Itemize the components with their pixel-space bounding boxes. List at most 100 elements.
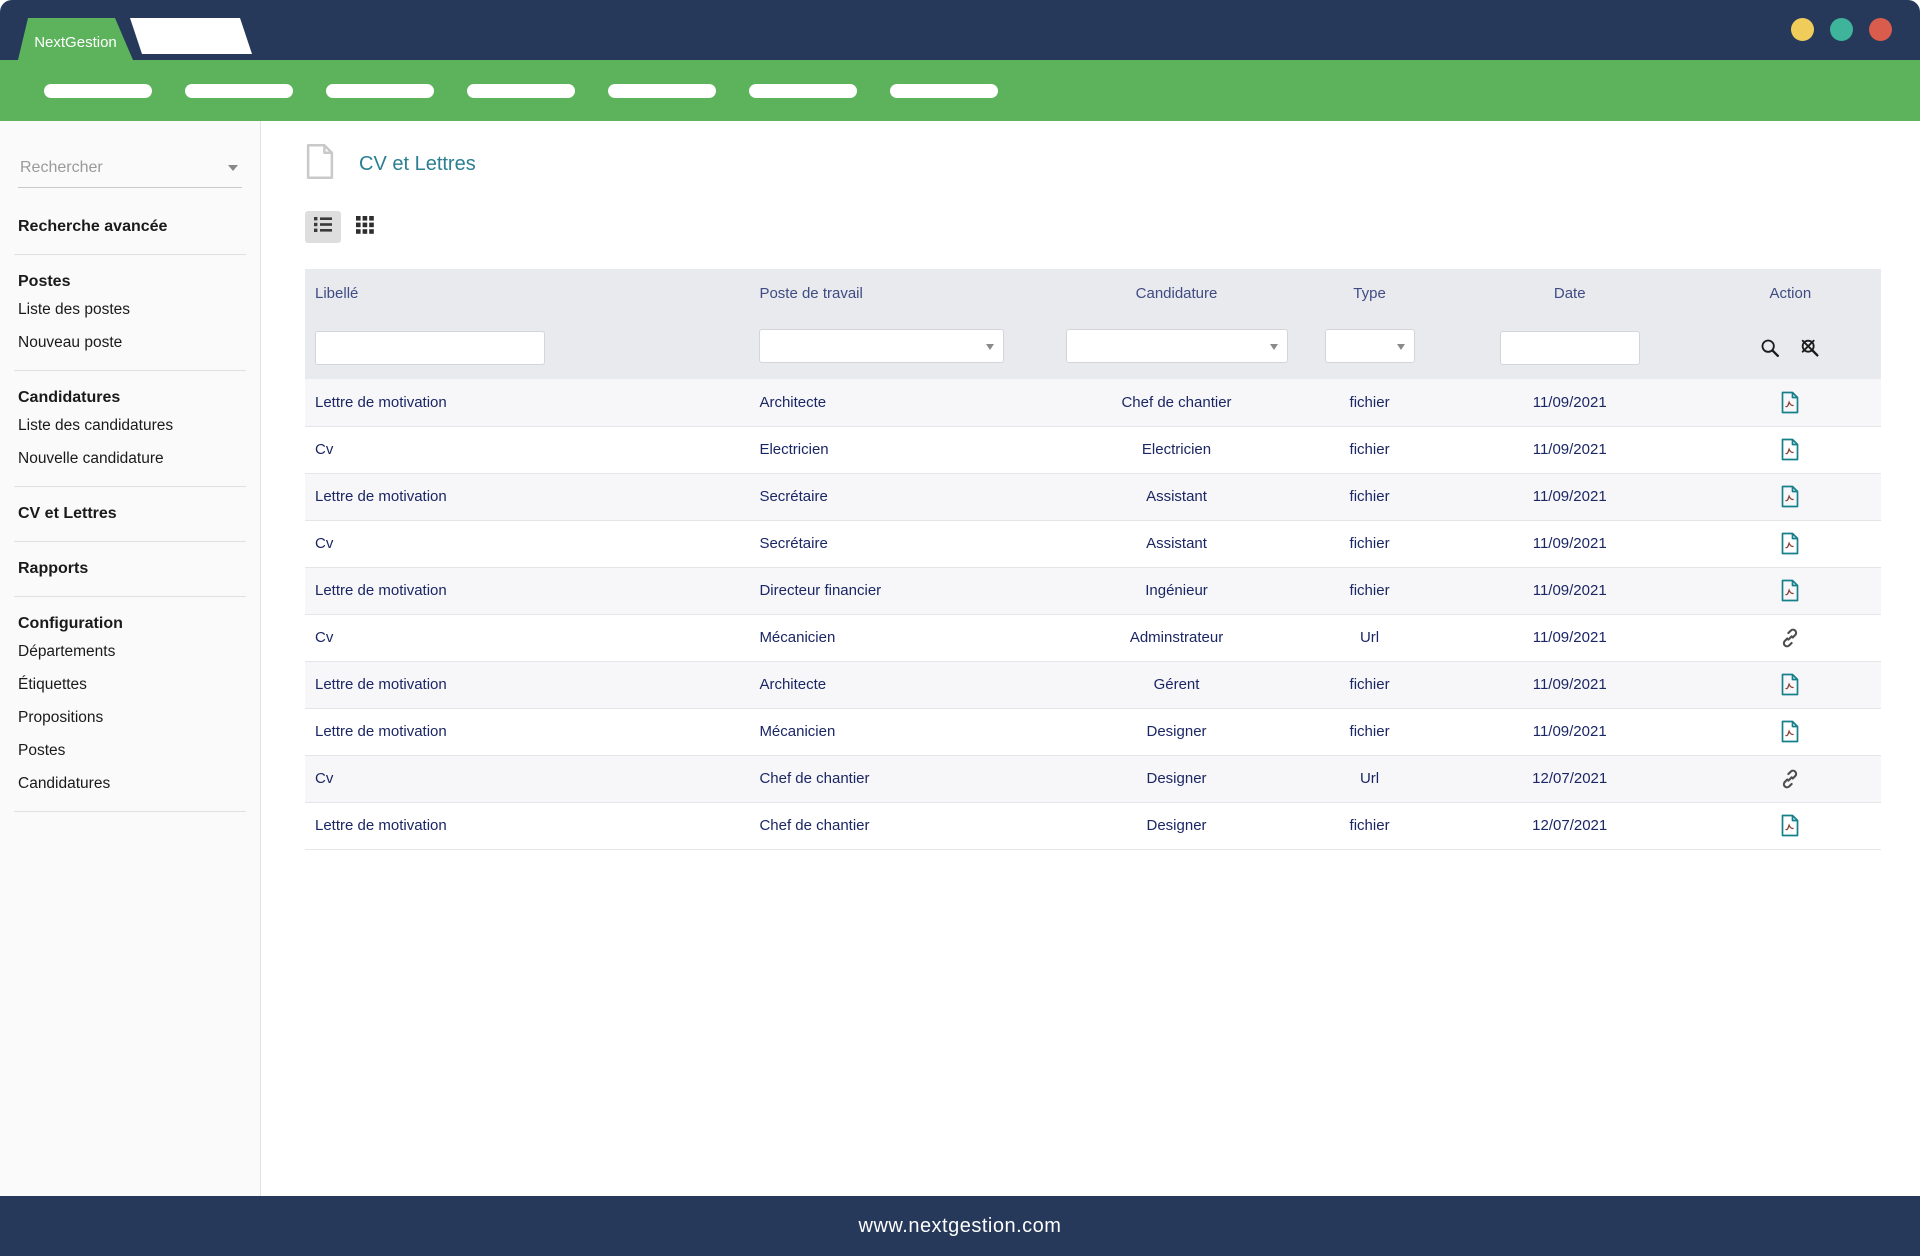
table-cell: Mécanicien <box>749 708 1054 756</box>
sidebar-divider <box>14 541 246 542</box>
sidebar-item-liste-des-candidatures[interactable]: Liste des candidatures <box>18 417 242 435</box>
table-row: Lettre de motivation Architecte Gérent fich… <box>305 661 1881 709</box>
table-cell: Cv <box>305 755 750 803</box>
chevron-down-icon <box>1269 343 1278 350</box>
document-icon <box>305 143 335 185</box>
pdf-file-icon[interactable] <box>1781 720 1799 743</box>
pdf-file-icon[interactable] <box>1781 579 1799 602</box>
restore-button[interactable] <box>1830 18 1853 41</box>
footer: www.nextgestion.com <box>0 1196 1920 1256</box>
filter-type-select[interactable] <box>1324 328 1415 363</box>
sidebar-item-postes[interactable]: Postes <box>18 742 242 760</box>
table-cell: fichier <box>1299 661 1440 709</box>
nav-pill[interactable] <box>44 83 152 98</box>
sidebar-item-candidatures[interactable]: Candidatures <box>18 775 242 793</box>
sidebar-divider <box>14 370 246 371</box>
link-icon[interactable] <box>1779 768 1801 790</box>
table-cell: Lettre de motivation <box>305 473 750 521</box>
table-cell-action <box>1699 614 1881 662</box>
title-bar: NextGestion <box>0 0 1920 60</box>
footer-url: www.nextgestion.com <box>858 1214 1062 1237</box>
documents-table: Libellé Poste de travail Candidature Typ… <box>305 269 1881 850</box>
nav-pill[interactable] <box>467 83 575 98</box>
sidebar-item-propositions[interactable]: Propositions <box>18 709 242 727</box>
sidebar-divider <box>14 254 246 255</box>
table-cell: Secrétaire <box>749 520 1054 568</box>
filter-libelle-input[interactable] <box>315 331 545 365</box>
table-cell: Designer <box>1053 802 1300 850</box>
sidebar-item-etiquettes[interactable]: Étiquettes <box>18 676 242 694</box>
sidebar-item-departements[interactable]: Départements <box>18 643 242 661</box>
table-cell: Lettre de motivation <box>305 802 750 850</box>
sidebar-section-configuration: Configuration <box>18 615 123 632</box>
search-icon[interactable] <box>1759 337 1781 359</box>
table-cell: Designer <box>1053 708 1300 756</box>
table-cell: 11/09/2021 <box>1439 473 1700 521</box>
column-header-date: Date <box>1553 284 1586 302</box>
sidebar-divider <box>14 596 246 597</box>
list-view-button[interactable] <box>305 211 341 243</box>
table-cell: Lettre de motivation <box>305 379 750 427</box>
table-cell: fichier <box>1299 473 1440 521</box>
table-row: Cv Electricien Electricien fichier 11/09/202… <box>305 426 1881 474</box>
table-cell: Ingénieur <box>1053 567 1300 615</box>
table-header-row: Libellé Poste de travail Candidature Typ… <box>305 269 1881 317</box>
table-row: Lettre de motivation Architecte Chef de ch… <box>305 379 1881 427</box>
grid-view-button[interactable] <box>347 211 383 243</box>
chevron-down-icon <box>1396 343 1405 350</box>
table-cell: 12/07/2021 <box>1439 755 1700 803</box>
app-window: NextGestion Recherche avancée Postes Liste… <box>0 0 1920 1256</box>
table-row: Lettre de motivation Secrétaire Assistant f… <box>305 473 1881 521</box>
pdf-file-icon[interactable] <box>1781 391 1799 414</box>
sidebar-item-nouvelle-candidature[interactable]: Nouvelle candidature <box>18 450 242 468</box>
nav-pill[interactable] <box>185 83 293 98</box>
link-icon[interactable] <box>1779 627 1801 649</box>
column-header-candidature: Candidature <box>1135 284 1218 302</box>
table-row: Cv Mécanicien Adminstrateur Url 11/09/2021 <box>305 614 1881 662</box>
table-cell: Lettre de motivation <box>305 708 750 756</box>
search-off-icon[interactable] <box>1799 337 1821 359</box>
table-cell: Cv <box>305 426 750 474</box>
sidebar-item-nouveau-poste[interactable]: Nouveau poste <box>18 334 242 352</box>
nav-pill[interactable] <box>326 83 434 98</box>
table-cell: Architecte <box>749 661 1054 709</box>
nav-pill[interactable] <box>890 83 998 98</box>
filter-date-input[interactable] <box>1499 331 1640 365</box>
table-cell-action <box>1699 379 1881 427</box>
table-cell: Assistant <box>1053 520 1300 568</box>
table-cell-action <box>1699 661 1881 709</box>
nav-pill[interactable] <box>608 83 716 98</box>
table-cell: 11/09/2021 <box>1439 708 1700 756</box>
table-cell: fichier <box>1299 802 1440 850</box>
search-input[interactable] <box>18 153 242 187</box>
pdf-file-icon[interactable] <box>1781 438 1799 461</box>
table-cell: Directeur financier <box>749 567 1054 615</box>
table-row: Lettre de motivation Directeur financier I… <box>305 567 1881 615</box>
close-button[interactable] <box>1869 18 1892 41</box>
table-cell: 11/09/2021 <box>1439 379 1700 427</box>
table-cell-action <box>1699 708 1881 756</box>
table-cell: 11/09/2021 <box>1439 520 1700 568</box>
sidebar-section-cv-et-lettres[interactable]: CV et Lettres <box>18 505 242 523</box>
table-cell: Assistant <box>1053 473 1300 521</box>
filter-candidature-select[interactable] <box>1065 328 1288 363</box>
sidebar-section-recherche-avancee[interactable]: Recherche avancée <box>18 218 242 236</box>
sidebar-section-rapports[interactable]: Rapports <box>18 560 242 578</box>
sidebar-item-liste-des-postes[interactable]: Liste des postes <box>18 301 242 319</box>
table-cell: Designer <box>1053 755 1300 803</box>
pdf-file-icon[interactable] <box>1781 532 1799 555</box>
brand-flag-shape <box>130 18 252 54</box>
sidebar-divider <box>14 811 246 812</box>
pdf-file-icon[interactable] <box>1781 814 1799 837</box>
list-icon <box>313 216 333 238</box>
table-cell: Cv <box>305 614 750 662</box>
pdf-file-icon[interactable] <box>1781 673 1799 696</box>
view-toggles <box>305 211 1882 243</box>
table-cell: Lettre de motivation <box>305 661 750 709</box>
minimize-button[interactable] <box>1791 18 1814 41</box>
filter-poste-select[interactable] <box>759 328 1005 363</box>
pdf-file-icon[interactable] <box>1781 485 1799 508</box>
nav-pill[interactable] <box>749 83 857 98</box>
table-cell: 11/09/2021 <box>1439 426 1700 474</box>
sidebar-divider <box>14 486 246 487</box>
